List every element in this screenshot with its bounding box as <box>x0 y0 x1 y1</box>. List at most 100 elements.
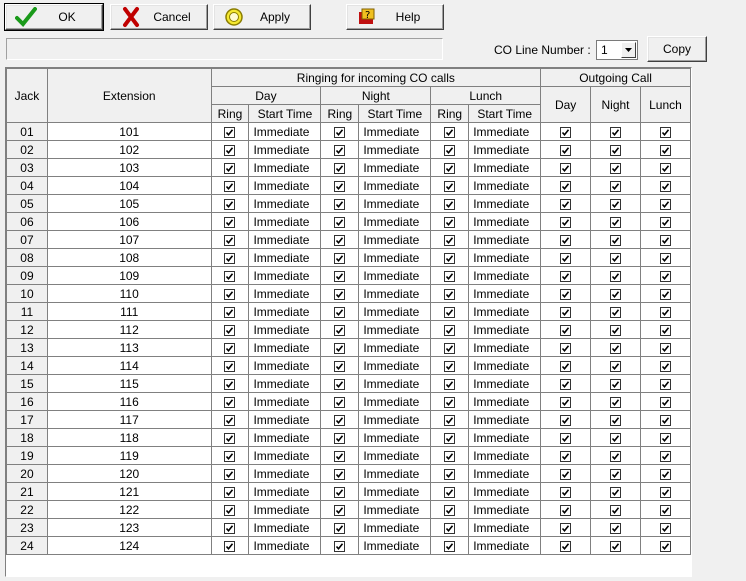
start-time-lunch-cell[interactable]: Immediate <box>468 356 542 375</box>
outgoing-lunch-checkbox[interactable] <box>659 522 671 534</box>
ring-day-checkbox[interactable] <box>224 252 236 264</box>
ring-day-checkbox[interactable] <box>224 162 236 174</box>
start-time-lunch-cell[interactable]: Immediate <box>468 536 542 555</box>
outgoing-lunch-checkbox[interactable] <box>659 126 671 138</box>
start-time-night-cell[interactable]: Immediate <box>358 356 432 375</box>
start-time-day-cell[interactable]: Immediate <box>248 518 322 537</box>
outgoing-day-checkbox[interactable] <box>560 540 572 552</box>
start-time-night-cell[interactable]: Immediate <box>358 518 432 537</box>
start-time-lunch-cell[interactable]: Immediate <box>468 122 542 141</box>
outgoing-night-checkbox[interactable] <box>610 234 622 246</box>
start-time-lunch-cell[interactable]: Immediate <box>468 392 542 411</box>
outgoing-night-checkbox[interactable] <box>610 432 622 444</box>
ring-day-checkbox[interactable] <box>224 360 236 372</box>
outgoing-night-checkbox[interactable] <box>610 378 622 390</box>
start-time-night-cell[interactable]: Immediate <box>358 284 432 303</box>
ring-day-checkbox[interactable] <box>224 144 236 156</box>
outgoing-day-checkbox[interactable] <box>560 468 572 480</box>
outgoing-night-checkbox[interactable] <box>610 270 622 282</box>
ring-night-checkbox[interactable] <box>334 306 346 318</box>
outgoing-day-checkbox[interactable] <box>560 432 572 444</box>
outgoing-day-checkbox[interactable] <box>560 486 572 498</box>
start-time-night-cell[interactable]: Immediate <box>358 302 432 321</box>
start-time-night-cell[interactable]: Immediate <box>358 158 432 177</box>
outgoing-day-checkbox[interactable] <box>560 234 572 246</box>
start-time-night-cell[interactable]: Immediate <box>358 266 432 285</box>
extension-cell[interactable]: 112 <box>46 320 212 339</box>
extension-cell[interactable]: 115 <box>46 374 212 393</box>
start-time-day-cell[interactable]: Immediate <box>248 122 322 141</box>
ring-lunch-checkbox[interactable] <box>444 324 456 336</box>
start-time-day-cell[interactable]: Immediate <box>248 284 322 303</box>
ring-night-checkbox[interactable] <box>334 378 346 390</box>
ring-lunch-checkbox[interactable] <box>444 198 456 210</box>
ring-day-checkbox[interactable] <box>224 396 236 408</box>
start-time-night-cell[interactable]: Immediate <box>358 410 432 429</box>
ring-lunch-checkbox[interactable] <box>444 342 456 354</box>
outgoing-lunch-checkbox[interactable] <box>659 486 671 498</box>
co-line-select[interactable]: 1 <box>596 40 638 60</box>
start-time-day-cell[interactable]: Immediate <box>248 482 322 501</box>
outgoing-lunch-checkbox[interactable] <box>659 504 671 516</box>
chevron-down-icon[interactable] <box>621 42 636 58</box>
start-time-day-cell[interactable]: Immediate <box>248 428 322 447</box>
ok-button[interactable]: OK <box>4 3 104 31</box>
ring-night-checkbox[interactable] <box>334 180 346 192</box>
outgoing-lunch-checkbox[interactable] <box>659 360 671 372</box>
start-time-day-cell[interactable]: Immediate <box>248 536 322 555</box>
ring-lunch-checkbox[interactable] <box>444 468 456 480</box>
outgoing-night-checkbox[interactable] <box>610 450 622 462</box>
ring-lunch-checkbox[interactable] <box>444 216 456 228</box>
ring-day-checkbox[interactable] <box>224 126 236 138</box>
start-time-night-cell[interactable]: Immediate <box>358 464 432 483</box>
ring-lunch-checkbox[interactable] <box>444 450 456 462</box>
start-time-lunch-cell[interactable]: Immediate <box>468 176 542 195</box>
outgoing-night-checkbox[interactable] <box>610 324 622 336</box>
extension-cell[interactable]: 124 <box>46 536 212 555</box>
outgoing-night-checkbox[interactable] <box>610 288 622 300</box>
outgoing-day-checkbox[interactable] <box>560 288 572 300</box>
outgoing-day-checkbox[interactable] <box>560 414 572 426</box>
outgoing-night-checkbox[interactable] <box>610 180 622 192</box>
start-time-day-cell[interactable]: Immediate <box>248 248 322 267</box>
outgoing-lunch-checkbox[interactable] <box>659 252 671 264</box>
ring-night-checkbox[interactable] <box>334 360 346 372</box>
ring-night-checkbox[interactable] <box>334 486 346 498</box>
outgoing-day-checkbox[interactable] <box>560 180 572 192</box>
outgoing-lunch-checkbox[interactable] <box>659 432 671 444</box>
start-time-day-cell[interactable]: Immediate <box>248 266 322 285</box>
start-time-lunch-cell[interactable]: Immediate <box>468 140 542 159</box>
start-time-lunch-cell[interactable]: Immediate <box>468 248 542 267</box>
ring-night-checkbox[interactable] <box>334 324 346 336</box>
outgoing-night-checkbox[interactable] <box>610 216 622 228</box>
outgoing-lunch-checkbox[interactable] <box>659 468 671 480</box>
outgoing-lunch-checkbox[interactable] <box>659 540 671 552</box>
outgoing-day-checkbox[interactable] <box>560 504 572 516</box>
ring-day-checkbox[interactable] <box>224 324 236 336</box>
extension-cell[interactable]: 103 <box>46 158 212 177</box>
outgoing-day-checkbox[interactable] <box>560 162 572 174</box>
extension-cell[interactable]: 104 <box>46 176 212 195</box>
outgoing-lunch-checkbox[interactable] <box>659 324 671 336</box>
outgoing-lunch-checkbox[interactable] <box>659 234 671 246</box>
ring-night-checkbox[interactable] <box>334 504 346 516</box>
outgoing-night-checkbox[interactable] <box>610 486 622 498</box>
outgoing-lunch-checkbox[interactable] <box>659 342 671 354</box>
outgoing-night-checkbox[interactable] <box>610 252 622 264</box>
outgoing-night-checkbox[interactable] <box>610 414 622 426</box>
outgoing-day-checkbox[interactable] <box>560 450 572 462</box>
outgoing-day-checkbox[interactable] <box>560 252 572 264</box>
ring-lunch-checkbox[interactable] <box>444 432 456 444</box>
outgoing-day-checkbox[interactable] <box>560 360 572 372</box>
outgoing-lunch-checkbox[interactable] <box>659 144 671 156</box>
ring-day-checkbox[interactable] <box>224 522 236 534</box>
outgoing-day-checkbox[interactable] <box>560 522 572 534</box>
outgoing-lunch-checkbox[interactable] <box>659 180 671 192</box>
ring-lunch-checkbox[interactable] <box>444 288 456 300</box>
start-time-night-cell[interactable]: Immediate <box>358 500 432 519</box>
extension-cell[interactable]: 123 <box>46 518 212 537</box>
ring-lunch-checkbox[interactable] <box>444 540 456 552</box>
ring-lunch-checkbox[interactable] <box>444 252 456 264</box>
outgoing-day-checkbox[interactable] <box>560 198 572 210</box>
outgoing-day-checkbox[interactable] <box>560 378 572 390</box>
